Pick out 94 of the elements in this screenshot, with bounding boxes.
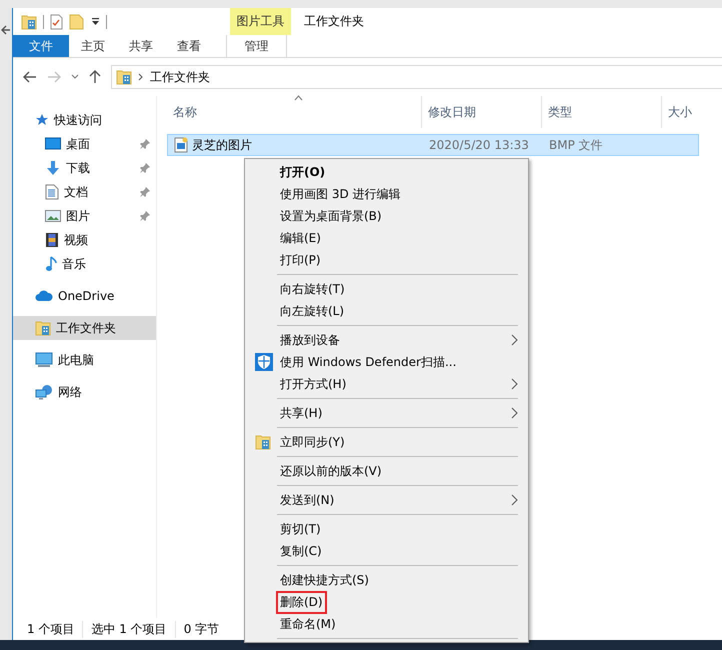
menu-label: 编辑(E) [279, 230, 322, 246]
nav-item[interactable]: 图片 [13, 204, 156, 228]
menu-label: 还原以前的版本(V) [279, 462, 383, 480]
menu-label: 向左旋转(L) [279, 302, 346, 320]
menu-item[interactable]: 剪切(T) [247, 518, 526, 540]
chevron-right-icon [511, 334, 518, 346]
column-header[interactable]: 类型 [542, 96, 662, 128]
menu-label: 设置为桌面背景(B) [279, 208, 383, 224]
menu-item[interactable]: 重命名(M) [247, 613, 526, 635]
file-name: 灵芝的图片 [192, 136, 252, 154]
contextual-tab-label: 图片工具 [230, 8, 291, 35]
column-header[interactable]: 大小 [662, 96, 722, 128]
sort-caret-icon [294, 95, 303, 101]
chevron-right-icon [138, 73, 144, 81]
menu-label: 向右旋转(T) [279, 280, 346, 298]
folder-icon [116, 69, 132, 85]
menu-label: 打开方式(H) [279, 376, 348, 392]
nav-item[interactable]: 工作文件夹 [13, 316, 156, 340]
menu-label: 发送到(N) [279, 492, 336, 508]
menu-label: 使用画图 3D 进行编辑 [279, 186, 402, 202]
menu-item[interactable]: 打开方式(H) [247, 373, 526, 395]
nav-item[interactable]: 视频 [13, 228, 156, 252]
chevron-down-icon[interactable] [71, 74, 79, 80]
menu-item[interactable]: 播放到设备 [247, 329, 526, 351]
document-icon [45, 184, 59, 200]
cloud-icon [35, 290, 53, 302]
menu-item[interactable]: 使用画图 3D 进行编辑 [247, 183, 526, 205]
menu-label: 剪切(T) [279, 520, 322, 538]
nav-item[interactable]: 此电脑 [13, 348, 156, 372]
folder-icon [35, 320, 51, 336]
image-file-icon [174, 137, 188, 153]
file-row[interactable]: 灵芝的图片 2020/5/20 13:33 BMP 文件 [167, 134, 699, 156]
menu-item[interactable]: 打印(P) [247, 249, 526, 271]
menu-item[interactable]: 使用 Windows Defender扫描... [247, 351, 526, 373]
column-header[interactable]: 名称 [167, 96, 422, 128]
menu-item[interactable]: 设置为桌面背景(B) [247, 205, 526, 227]
menu-label: 打印(P) [279, 252, 322, 268]
ribbon-tab[interactable]: 管理 [226, 35, 287, 57]
chevron-right-icon [511, 378, 518, 390]
menu-label: 立即同步(Y) [279, 434, 346, 450]
menu-item[interactable]: 共享(H) [247, 402, 526, 424]
nav-item[interactable]: OneDrive [13, 284, 156, 308]
address-text: 工作文件夹 [150, 68, 210, 86]
highlight-frame: 删除(D) [276, 590, 327, 614]
music-note-icon [45, 256, 57, 272]
up-arrow-icon[interactable] [89, 70, 101, 84]
nav-item[interactable]: 桌面 [13, 132, 156, 156]
dropdown-icon[interactable] [91, 17, 100, 26]
menu-item[interactable]: 向右旋转(T) [247, 278, 526, 300]
back-icon[interactable] [23, 71, 37, 83]
ribbon-tab[interactable]: 文件 [13, 35, 69, 57]
menu-label: 播放到设备 [279, 332, 341, 348]
properties-icon[interactable] [50, 14, 63, 30]
nav-item[interactable]: 快速访问 [13, 108, 156, 132]
menu-item[interactable]: 还原以前的版本(V) [247, 460, 526, 482]
status-text: 选中 1 个项目 [91, 620, 176, 638]
folder-icon [255, 434, 271, 450]
film-icon [45, 232, 59, 248]
menu-label: 使用 Windows Defender扫描... [279, 354, 458, 370]
chevron-right-icon [511, 407, 518, 419]
menu-item[interactable]: 复制(C) [247, 540, 526, 562]
menu-item[interactable]: 向左旋转(L) [247, 300, 526, 322]
download-arrow-icon [45, 160, 61, 176]
computer-icon [35, 352, 53, 368]
menu-label: 重命名(M) [279, 616, 337, 632]
window-title: 工作文件夹 [303, 13, 364, 30]
desktop-icon [45, 137, 61, 151]
menu-label: 打开(O) [278, 164, 326, 180]
modified-date: 2020/5/20 13:33 [428, 138, 530, 152]
menu-item[interactable]: 创建快捷方式(S) [247, 569, 526, 591]
chevron-right-icon [511, 494, 518, 506]
menu-label: 共享(H) [279, 404, 324, 422]
nav-item[interactable]: 网络 [13, 380, 156, 404]
nav-item[interactable]: 音乐 [13, 252, 156, 276]
back-arrow-icon [1, 24, 11, 36]
column-header[interactable]: 修改日期 [422, 96, 542, 128]
menu-label: 复制(C) [279, 542, 323, 560]
menu-label: 创建快捷方式(S) [279, 572, 370, 588]
nav-item[interactable]: 文档 [13, 180, 156, 204]
menu-item[interactable]: 编辑(E) [247, 227, 526, 249]
file-type: BMP 文件 [548, 136, 604, 154]
menu-item[interactable]: 打开(O) [247, 161, 526, 183]
network-icon [35, 384, 53, 400]
status-text: 0 字节 [184, 620, 220, 638]
picture-icon [45, 209, 61, 223]
folder-icon [21, 14, 37, 30]
status-text: 1 个项目 [27, 620, 84, 638]
shield-icon [255, 353, 273, 371]
nav-item[interactable]: 下载 [13, 156, 156, 180]
menu-item[interactable]: 发送到(N) [247, 489, 526, 511]
menu-item[interactable]: 删除(D) [247, 591, 526, 613]
address-bar[interactable]: 工作文件夹 [111, 65, 722, 89]
star-icon [35, 113, 49, 127]
menu-item[interactable]: 立即同步(Y) [247, 431, 526, 453]
